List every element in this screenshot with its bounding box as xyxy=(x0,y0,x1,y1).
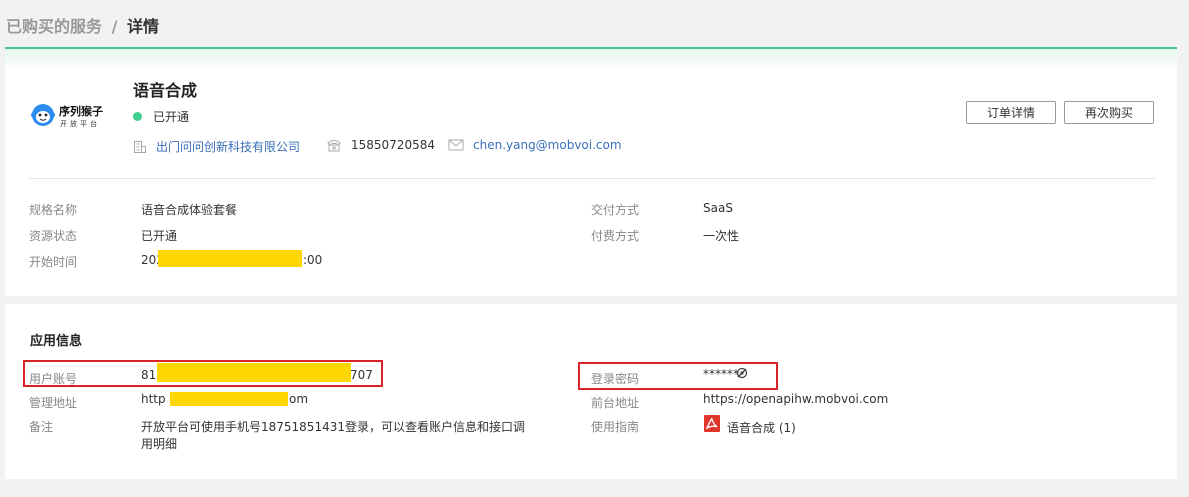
breadcrumb-separator: / xyxy=(111,17,118,36)
frontend-url[interactable]: https://openapihw.mobvoi.com xyxy=(703,392,888,406)
order-detail-button[interactable]: 订单详情 xyxy=(966,101,1056,124)
note-label: 备注 xyxy=(29,420,54,434)
app-info-card: 应用信息 用户账号 81( 707 管理地址 http om 备注 开放平台可使… xyxy=(5,304,1177,479)
card-top-glow xyxy=(5,49,1177,71)
service-title: 语音合成 xyxy=(133,81,198,100)
phone-number: 15850720584 xyxy=(351,138,435,152)
breadcrumb-current: 详情 xyxy=(127,17,160,36)
redaction-mask xyxy=(170,392,288,406)
company-info: 出门问问创新科技有限公司 xyxy=(133,138,300,155)
pdf-icon xyxy=(704,415,720,435)
note-value-line2: 用明细 xyxy=(141,437,178,451)
logo-name: 序列猴子 xyxy=(59,105,103,118)
phone-info: 15850720584 xyxy=(326,138,435,152)
logo-subtitle: 开放平台 xyxy=(60,120,100,128)
status-text: 已开通 xyxy=(153,110,190,124)
admin-url-suffix[interactable]: om xyxy=(289,392,308,406)
status-dot-icon xyxy=(133,112,142,121)
password-label: 登录密码 xyxy=(591,372,640,386)
phone-icon xyxy=(326,138,342,152)
admin-url-label: 管理地址 xyxy=(29,396,78,410)
status-badge: 已开通 xyxy=(133,108,189,125)
start-time-suffix: :00 xyxy=(303,253,323,267)
resource-status-value: 已开通 xyxy=(141,229,178,243)
frontend-url-label: 前台地址 xyxy=(591,396,640,410)
company-name[interactable]: 出门问问创新科技有限公司 xyxy=(156,138,300,155)
spec-label: 规格名称 xyxy=(29,203,78,217)
mail-icon xyxy=(448,139,464,151)
monkey-icon xyxy=(31,104,55,126)
note-value-line1: 开放平台可使用手机号18751851431登录，可以查看账户信息和接口调 xyxy=(141,420,525,434)
provider-logo: 序列猴子 开放平台 xyxy=(31,101,121,135)
breadcrumb-parent[interactable]: 已购买的服务 xyxy=(6,17,102,36)
start-time-label: 开始时间 xyxy=(29,255,78,269)
admin-url-prefix[interactable]: http xyxy=(141,392,166,406)
breadcrumb: 已购买的服务 / 详情 xyxy=(6,13,159,37)
resource-status-label: 资源状态 xyxy=(29,229,78,243)
spec-value: 语音合成体验套餐 xyxy=(141,203,238,217)
account-label: 用户账号 xyxy=(29,372,78,386)
buy-again-button[interactable]: 再次购买 xyxy=(1064,101,1154,124)
section-divider xyxy=(29,178,1155,179)
service-summary-card: 序列猴子 开放平台 语音合成 已开通 出门问问创新科技有限公司 15850720… xyxy=(5,47,1177,296)
email-address[interactable]: chen.yang@mobvoi.com xyxy=(473,138,622,152)
guide-link[interactable]: 语音合成 (1) xyxy=(727,419,796,436)
eye-off-icon[interactable] xyxy=(736,367,748,379)
account-suffix: 707 xyxy=(350,368,373,382)
delivery-value: SaaS xyxy=(703,201,733,215)
delivery-label: 交付方式 xyxy=(591,203,640,217)
password-value: ****** xyxy=(703,367,739,381)
guide-label: 使用指南 xyxy=(591,420,640,434)
redaction-mask xyxy=(158,250,302,267)
redaction-mask xyxy=(157,363,351,382)
email-info: chen.yang@mobvoi.com xyxy=(448,138,622,152)
payment-label: 付费方式 xyxy=(591,229,640,243)
building-icon xyxy=(133,140,147,154)
app-info-title: 应用信息 xyxy=(30,334,83,349)
payment-value: 一次性 xyxy=(703,229,740,243)
